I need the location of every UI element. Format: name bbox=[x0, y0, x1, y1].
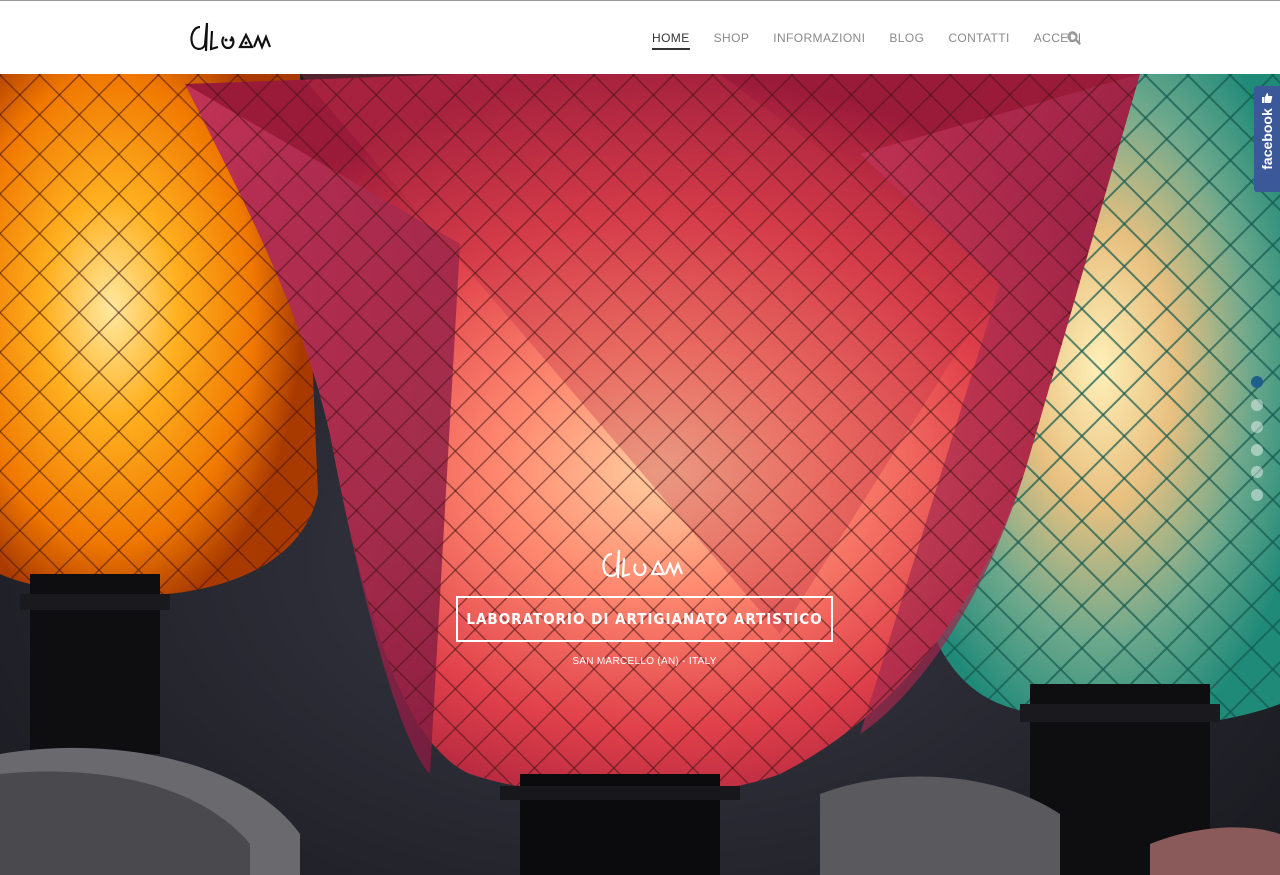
slider-dot-5[interactable] bbox=[1251, 466, 1263, 478]
search-icon[interactable] bbox=[1066, 30, 1082, 46]
hero-subtitle: SAN MARCELLO (AN) - ITALY bbox=[572, 656, 717, 667]
slider-dot-3[interactable] bbox=[1251, 421, 1263, 433]
nav-blog[interactable]: BLOG bbox=[877, 1, 936, 75]
nav-home[interactable]: HOME bbox=[640, 1, 702, 75]
hero-logo bbox=[602, 549, 684, 579]
slider-dot-1[interactable] bbox=[1251, 376, 1263, 388]
site-header: HOME SHOP INFORMAZIONI BLOG CONTATTI ACC… bbox=[0, 0, 1280, 74]
hero-title: LABORATORIO DI ARTIGIANATO ARTISTICO bbox=[456, 596, 833, 642]
facebook-tab[interactable]: facebook bbox=[1254, 86, 1280, 192]
nav-contatti[interactable]: CONTATTI bbox=[936, 1, 1021, 75]
nav-informazioni[interactable]: INFORMAZIONI bbox=[761, 1, 877, 75]
hero-lamps-image bbox=[0, 74, 1280, 875]
nav-accedi[interactable]: ACCEDI bbox=[1022, 1, 1094, 75]
hero-slider: LABORATORIO DI ARTIGIANATO ARTISTICO SAN… bbox=[0, 74, 1280, 875]
site-logo[interactable] bbox=[188, 17, 278, 59]
thumbs-up-icon bbox=[1262, 93, 1273, 103]
main-nav: HOME SHOP INFORMAZIONI BLOG CONTATTI ACC… bbox=[640, 1, 1093, 75]
slider-dot-6[interactable] bbox=[1251, 488, 1263, 501]
slider-dot-2[interactable] bbox=[1251, 398, 1263, 411]
slider-dot-4[interactable] bbox=[1251, 443, 1263, 456]
facebook-label: facebook bbox=[1259, 108, 1275, 170]
slider-pagination bbox=[1251, 376, 1263, 511]
nav-shop[interactable]: SHOP bbox=[702, 1, 762, 75]
